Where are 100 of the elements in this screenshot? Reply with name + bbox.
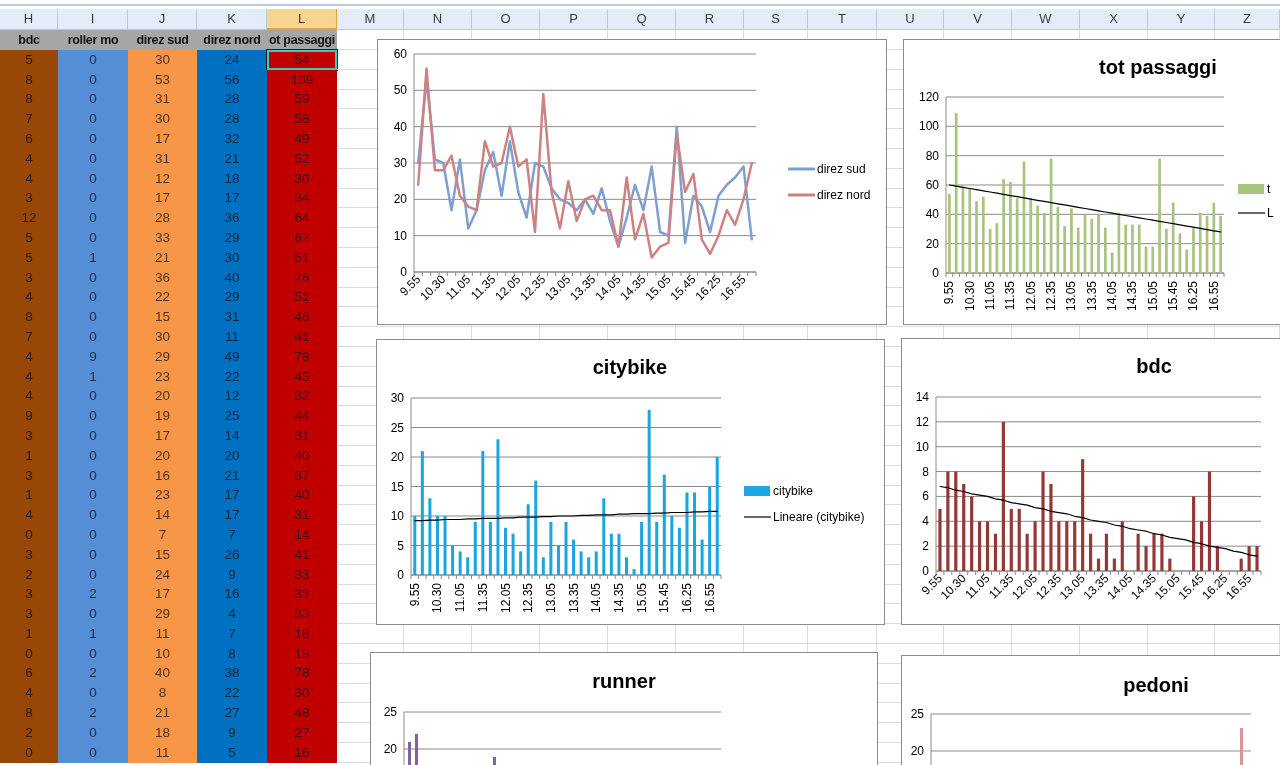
- column-header[interactable]: S: [744, 9, 808, 30]
- table-cell: 8: [128, 683, 197, 704]
- table-cell: 27: [197, 703, 267, 724]
- y-tick-label: 0: [397, 568, 404, 582]
- table-cell: 11: [197, 327, 267, 347]
- table-cell: 12: [197, 386, 267, 407]
- table-cell: 11: [128, 742, 197, 763]
- table-cell: 4: [197, 604, 267, 625]
- table-cell: 44: [267, 406, 337, 427]
- bar: [1219, 215, 1222, 273]
- bar: [1112, 558, 1116, 571]
- table-cell: 34: [267, 188, 337, 209]
- column-header[interactable]: U: [877, 9, 944, 30]
- y-tick-label: 6: [922, 489, 929, 504]
- column-header[interactable]: W: [1012, 9, 1080, 30]
- column-header[interactable]: Z: [1215, 9, 1280, 30]
- bar: [564, 521, 568, 575]
- column-header[interactable]: Q: [608, 9, 676, 30]
- table-cell: 1: [0, 624, 58, 644]
- y-tick-label: 80: [925, 148, 939, 163]
- column-header[interactable]: X: [1080, 9, 1148, 30]
- column-header[interactable]: O: [472, 9, 540, 30]
- table-cell: 30: [197, 247, 267, 268]
- table-cell: 48: [267, 703, 337, 724]
- table-cell: 59: [267, 89, 337, 110]
- table-cell: 1: [58, 624, 128, 644]
- bar: [1192, 227, 1195, 273]
- bar: [1110, 252, 1114, 273]
- table-cell: 17: [128, 584, 197, 605]
- column-header[interactable]: L: [267, 9, 337, 30]
- table-cell: 20: [197, 445, 267, 466]
- column-header[interactable]: I: [58, 9, 128, 30]
- table-cell: 58: [267, 109, 337, 130]
- column-header[interactable]: V: [944, 9, 1012, 30]
- bar: [938, 508, 942, 571]
- bar: [1009, 508, 1013, 571]
- bar: [579, 551, 583, 575]
- column-header[interactable]: T: [808, 9, 877, 30]
- table-cell: 14: [267, 525, 337, 545]
- table-cell: 18: [197, 168, 267, 189]
- bar: [1212, 202, 1216, 273]
- table-cell: 31: [128, 89, 197, 110]
- table-cell: 17: [197, 485, 267, 506]
- table-cell: 30: [128, 327, 197, 347]
- y-tick-label: 20: [383, 742, 397, 756]
- x-tick-label: 16.55: [702, 583, 717, 614]
- column-header[interactable]: P: [540, 9, 608, 30]
- table-cell: 32: [197, 129, 267, 149]
- table-cell: 33: [267, 564, 337, 585]
- table-cell: 78: [267, 663, 337, 684]
- table-cell: 1: [58, 366, 128, 387]
- table-cell: 14: [128, 505, 197, 526]
- bar: [443, 516, 447, 575]
- table-cell: 41: [267, 544, 337, 565]
- table-cell: 29: [197, 228, 267, 248]
- table-cell: 78: [267, 346, 337, 367]
- table-cell: 0: [58, 228, 128, 248]
- table-cell: 28: [128, 208, 197, 229]
- x-tick-label: 13.05: [1064, 281, 1079, 312]
- x-tick-label: 15.05: [1145, 281, 1160, 312]
- table-cell: 62: [267, 228, 337, 248]
- bar: [1168, 558, 1172, 571]
- bar: [1152, 533, 1156, 571]
- column-header[interactable]: K: [197, 9, 267, 30]
- table-cell: 15: [128, 307, 197, 328]
- y-tick-label: 120: [918, 90, 939, 104]
- y-tick-label: 8: [922, 464, 929, 479]
- bar: [1160, 533, 1164, 571]
- table-cell: 5: [0, 228, 58, 248]
- y-tick-label: 25: [910, 707, 924, 721]
- column-header[interactable]: M: [337, 9, 404, 30]
- column-header[interactable]: J: [128, 9, 197, 30]
- y-tick-label: 20: [910, 744, 924, 758]
- table-cell: 4: [0, 287, 58, 308]
- bar: [1199, 521, 1204, 571]
- column-header[interactable]: H: [0, 9, 58, 30]
- column-header[interactable]: R: [676, 9, 744, 30]
- table-cell: 7: [0, 327, 58, 347]
- table-cell: 3: [0, 544, 58, 565]
- x-tick-label: 9.55: [407, 583, 422, 607]
- table-cell: 21: [128, 703, 197, 724]
- bar: [978, 521, 982, 571]
- table-cell: 9: [197, 564, 267, 585]
- bar: [609, 533, 613, 575]
- table-cell: 49: [267, 129, 337, 149]
- table-cell: 0: [58, 188, 128, 209]
- bar: [594, 551, 598, 575]
- table-cell: 22: [197, 683, 267, 704]
- bar: [519, 551, 523, 575]
- table-cell: 30: [267, 168, 337, 189]
- bar: [1215, 546, 1219, 571]
- table-cell: 7: [197, 525, 267, 545]
- table-cell: 28: [197, 89, 267, 110]
- bar: [670, 516, 674, 575]
- x-tick-label: 16.55: [1206, 281, 1221, 312]
- table-cell: 37: [267, 465, 337, 486]
- column-header[interactable]: Y: [1148, 9, 1215, 30]
- column-header[interactable]: N: [404, 9, 472, 30]
- table-cell: 0: [58, 525, 128, 545]
- table-cell: 0: [58, 168, 128, 189]
